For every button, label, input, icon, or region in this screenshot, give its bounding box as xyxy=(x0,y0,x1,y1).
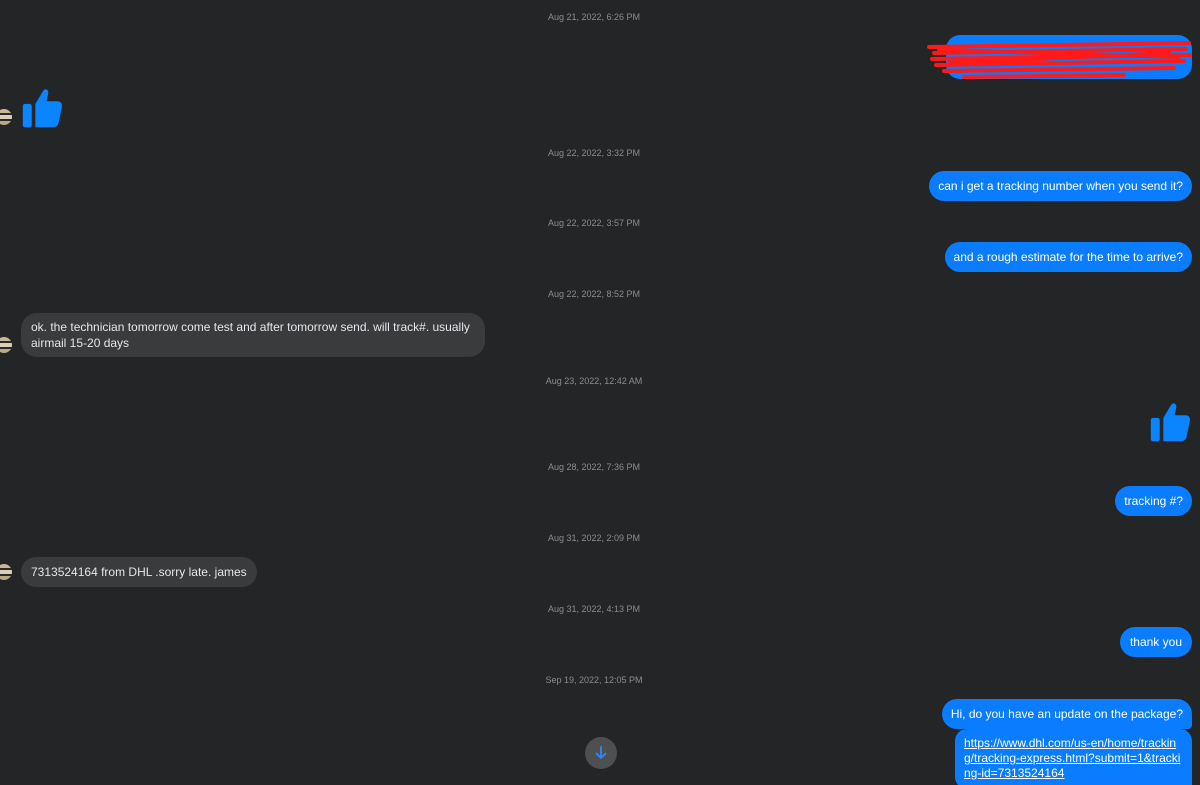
message-thread: Aug 21, 2022, 6:26 PM Aug 22, 2022, 3:32… xyxy=(0,0,1200,785)
timestamp: Aug 22, 2022, 3:32 PM xyxy=(547,148,641,158)
timestamp: Aug 22, 2022, 3:57 PM xyxy=(547,218,641,228)
timestamp: Aug 22, 2022, 8:52 PM xyxy=(547,289,641,299)
incoming-message[interactable]: 7313524164 from DHL .sorry late. james xyxy=(21,557,257,587)
timestamp: Aug 31, 2022, 2:09 PM xyxy=(547,533,641,543)
outgoing-link-message: https://www.dhl.com/us-en/home/tracking/… xyxy=(955,729,1192,785)
contact-avatar[interactable] xyxy=(0,337,12,353)
timestamp: Aug 21, 2022, 6:26 PM xyxy=(547,12,641,22)
scroll-to-bottom-button[interactable] xyxy=(585,737,617,769)
timestamp: Sep 19, 2022, 12:05 PM xyxy=(545,675,643,685)
message-line: ok. the technician tomorrow come test an… xyxy=(31,320,470,334)
timestamp: Aug 23, 2022, 12:42 AM xyxy=(545,376,643,386)
redacted-message-bubble[interactable] xyxy=(927,35,1192,79)
timestamp: Aug 31, 2022, 4:13 PM xyxy=(547,604,641,614)
outgoing-message[interactable]: can i get a tracking number when you sen… xyxy=(929,171,1192,201)
arrow-down-icon xyxy=(595,746,607,759)
outgoing-message[interactable]: and a rough estimate for the time to arr… xyxy=(944,242,1192,272)
timestamp: Aug 28, 2022, 7:36 PM xyxy=(547,462,641,472)
thumbs-up-icon xyxy=(1150,403,1191,442)
outgoing-message[interactable]: thank you xyxy=(1119,627,1192,657)
outgoing-message[interactable]: Hi, do you have an update on the package… xyxy=(941,699,1192,729)
thumbs-up-icon xyxy=(22,89,63,128)
message-line: airmail 15-20 days xyxy=(31,336,130,350)
incoming-message[interactable]: ok. the technician tomorrow come test an… xyxy=(21,313,485,357)
contact-avatar[interactable] xyxy=(0,109,12,125)
redaction-scribble xyxy=(927,41,1192,79)
contact-avatar[interactable] xyxy=(0,564,12,580)
dhl-tracking-link[interactable]: https://www.dhl.com/us-en/home/tracking/… xyxy=(964,736,1180,780)
outgoing-message[interactable]: tracking #? xyxy=(1115,486,1192,516)
